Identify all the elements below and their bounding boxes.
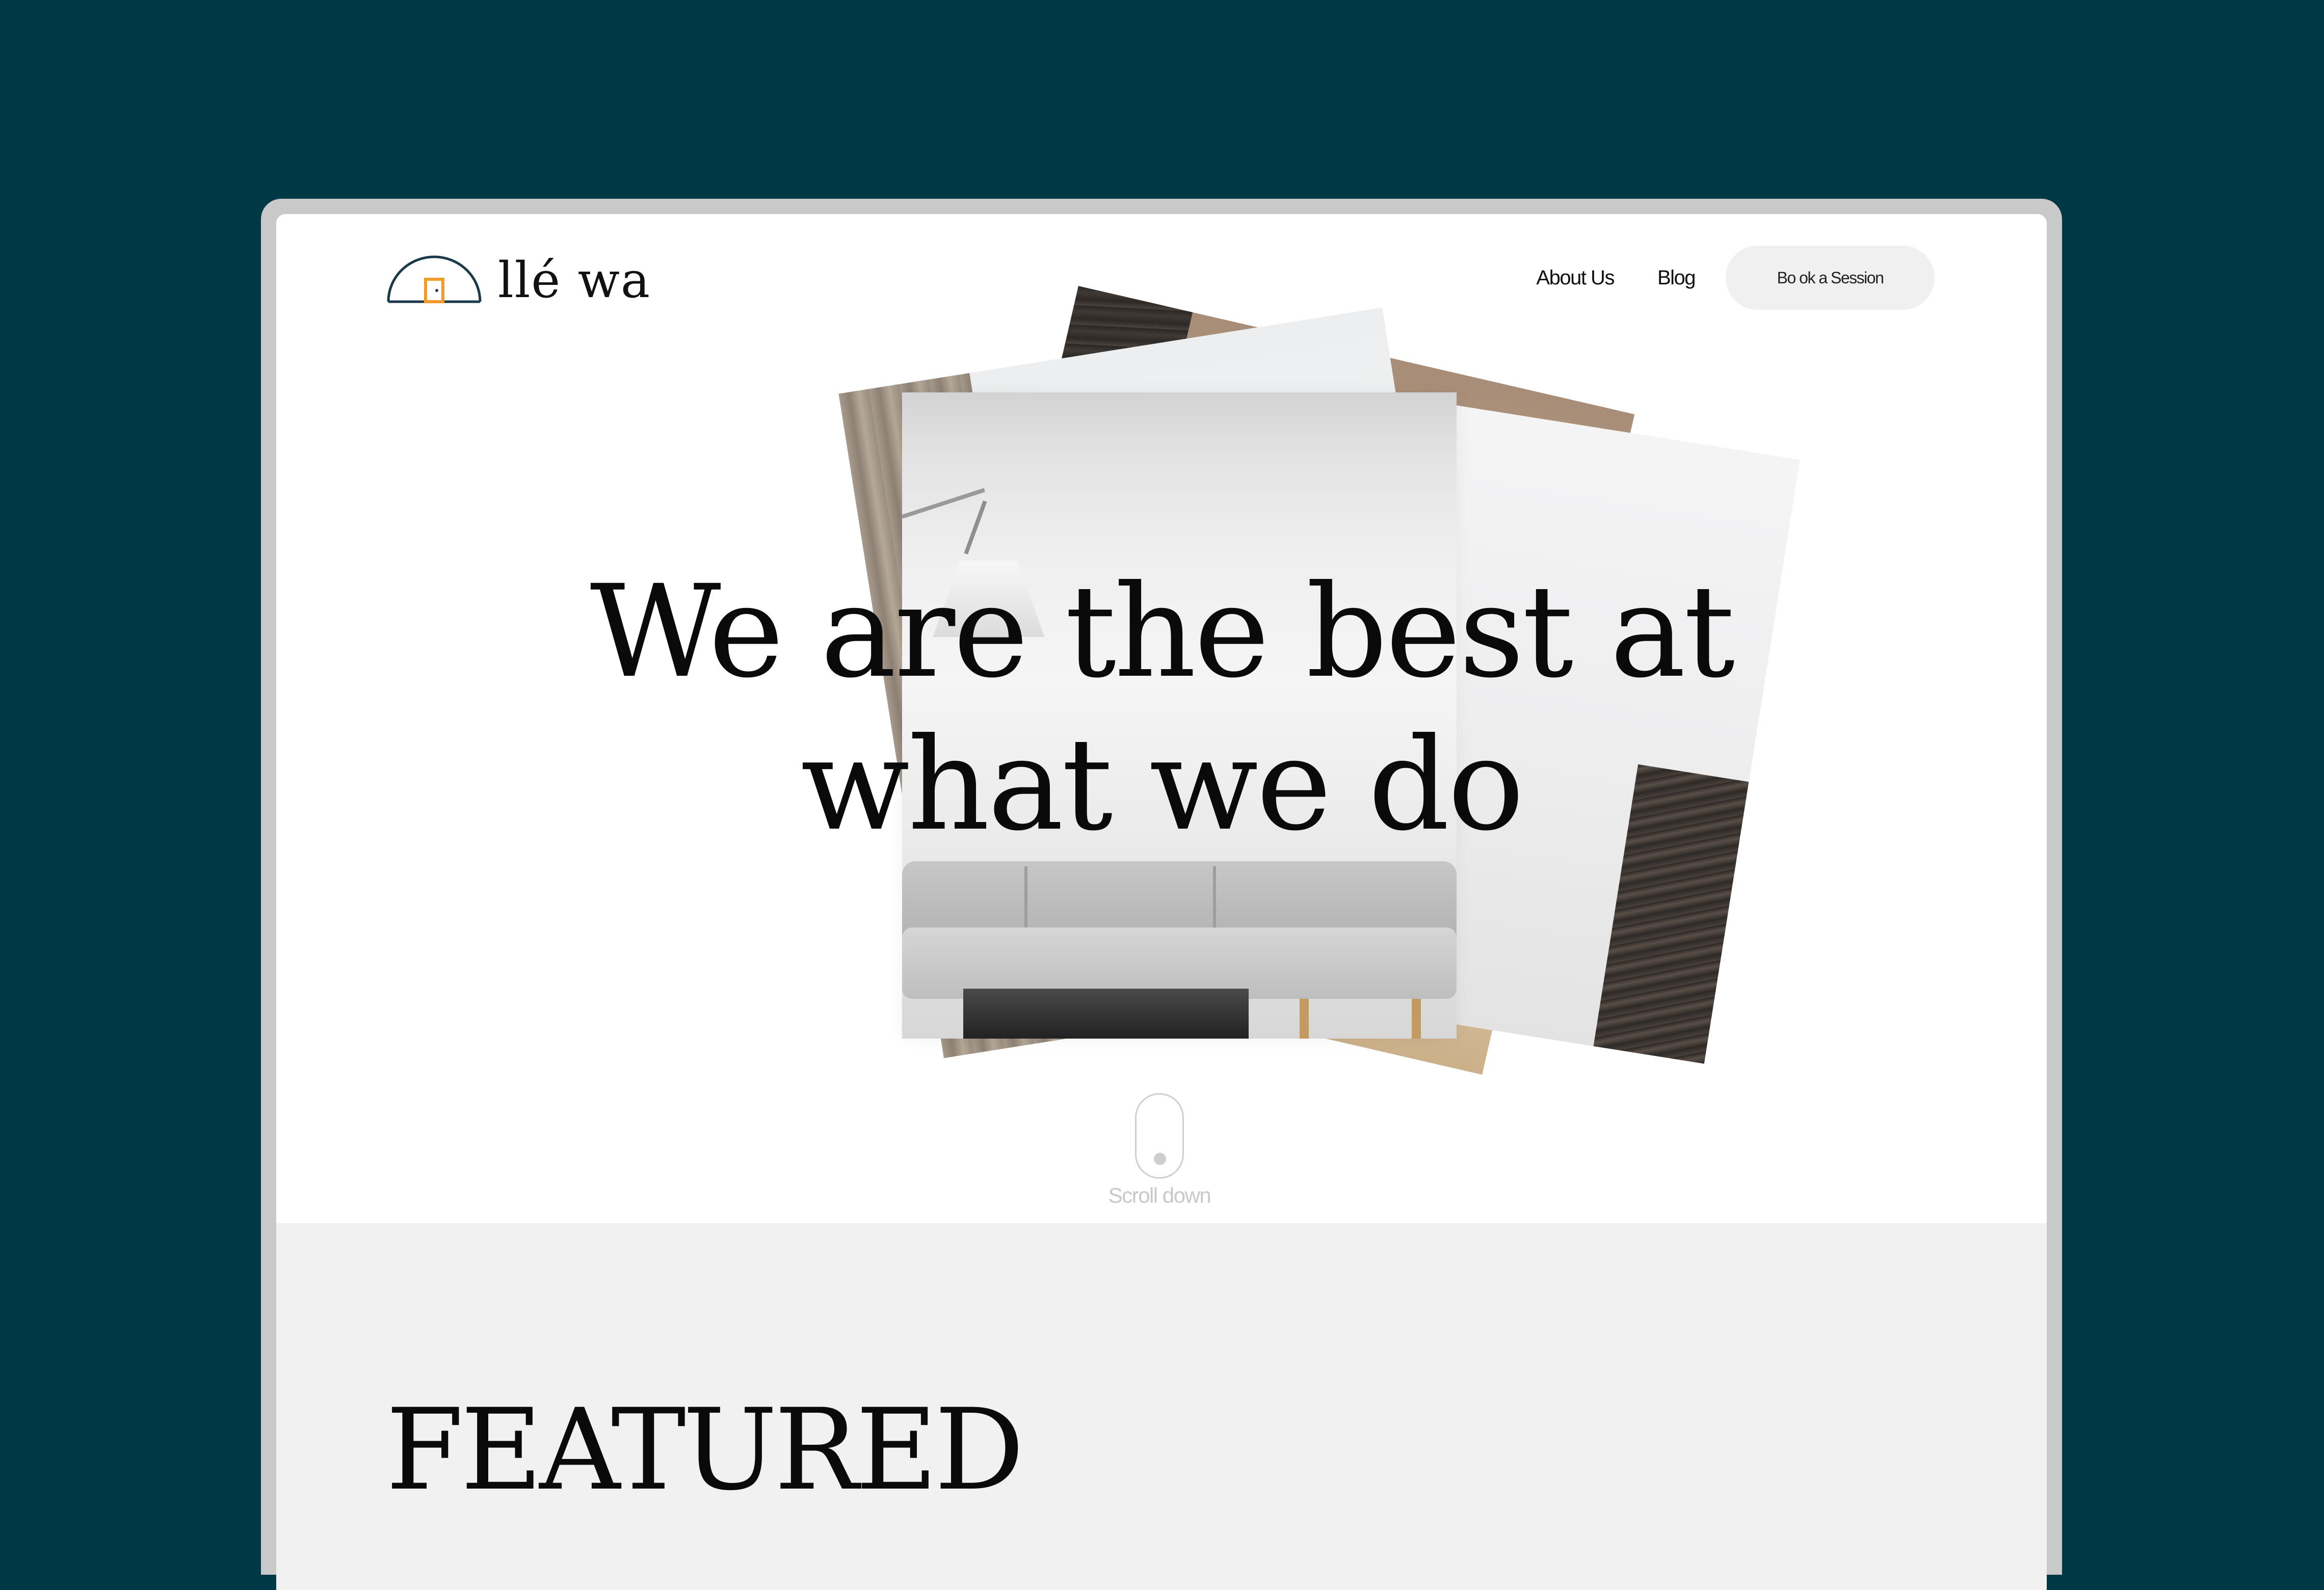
device-frame: llé wa About Us Blog Bo ok a Session We … [261, 199, 2062, 1590]
hero-headline-line2: what we do [801, 710, 1524, 859]
scroll-dot [1154, 1153, 1166, 1165]
scroll-mouse-icon[interactable] [1135, 1093, 1184, 1179]
coffee-table [963, 989, 1249, 1039]
hero-headline-line1: We are the best at [590, 558, 1735, 706]
featured-section: FEATURED [276, 1223, 2047, 1590]
website-screen: llé wa About Us Blog Bo ok a Session We … [276, 214, 2047, 1590]
scroll-down-label[interactable]: Scroll down [1081, 1183, 1237, 1208]
hero-headline: We are the best at what we do [276, 555, 2047, 861]
featured-title: FEATURED [386, 1385, 1024, 1515]
